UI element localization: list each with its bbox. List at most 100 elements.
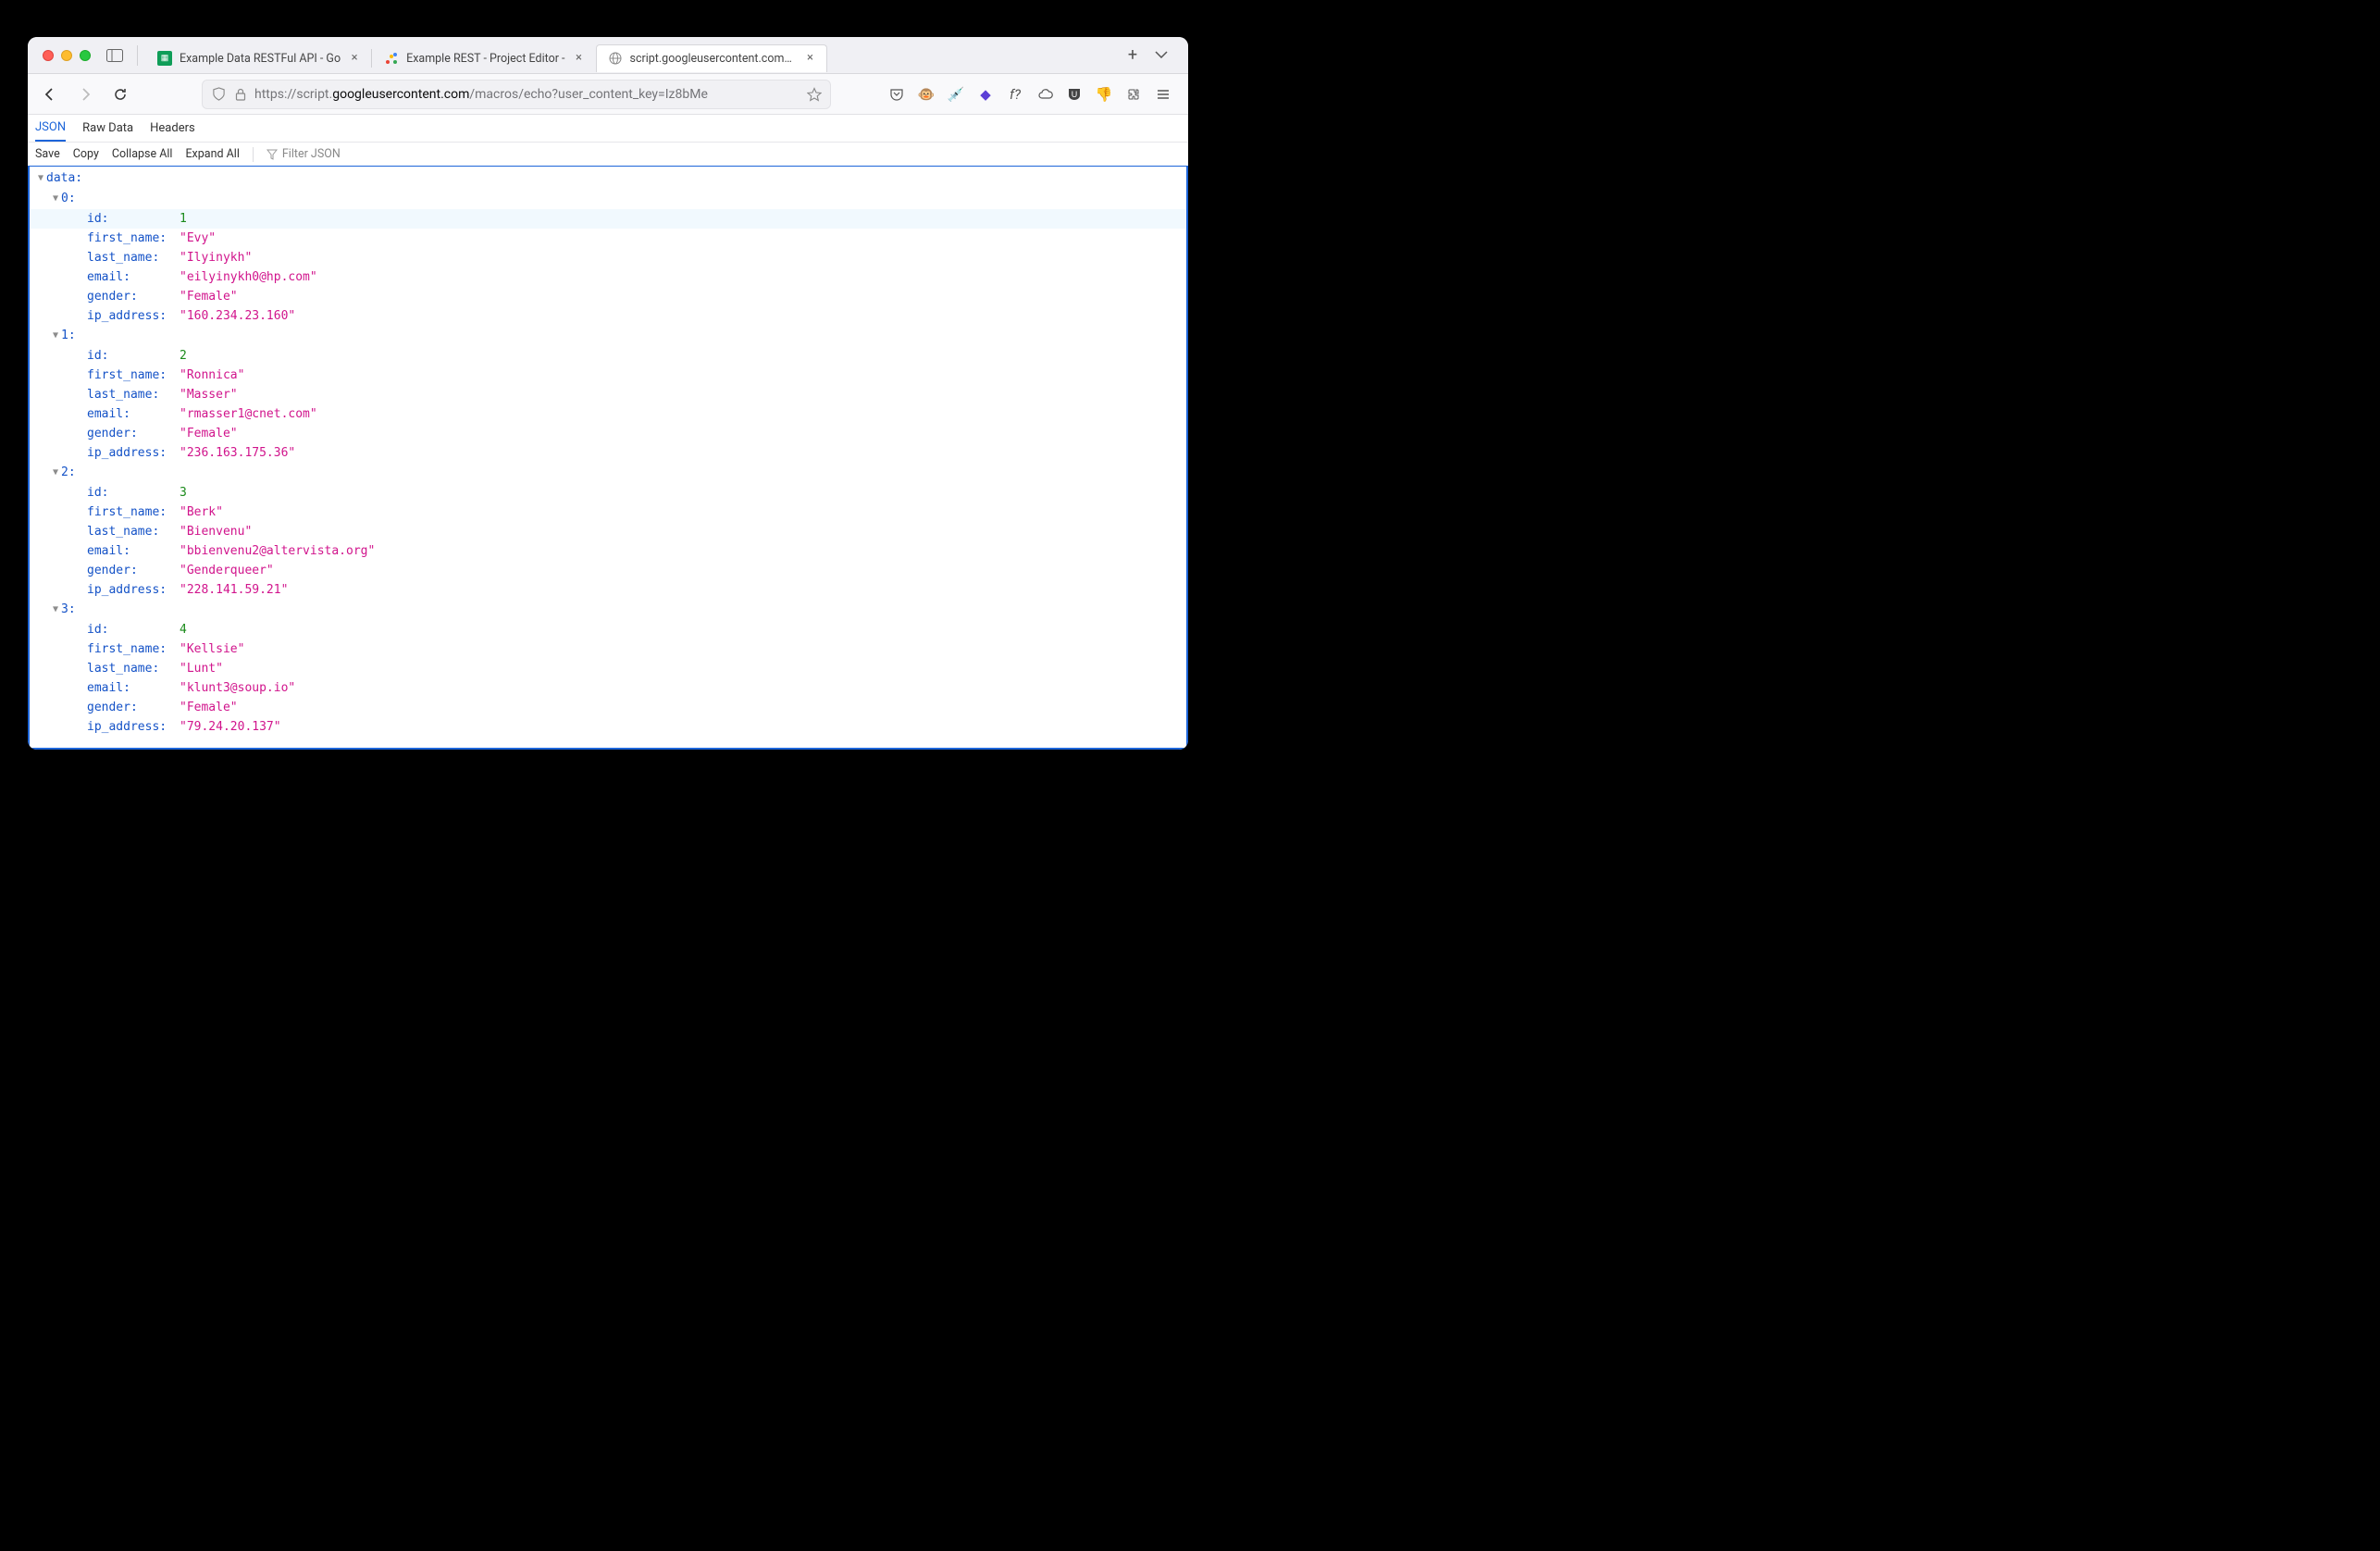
json-key: ip_address: [87,583,167,597]
json-row[interactable]: email:"eilyinykh0@hp.com" [30,267,1186,287]
browser-window: ▦Example Data RESTFul API - Go×Example R… [28,37,1188,750]
json-row[interactable]: last_name: "Lunt" [30,659,1186,678]
filter-json-input[interactable]: Filter JSON [267,147,341,161]
json-string-value: "Lunt" [180,659,223,678]
window-close-button[interactable] [43,50,54,61]
filter-placeholder: Filter JSON [282,147,341,161]
tabs-dropdown-button[interactable] [1146,44,1177,66]
ublock-extension-icon[interactable]: U [1066,86,1083,103]
json-viewer-toolbar: Save Copy Collapse All Expand All Filter… [28,143,1188,167]
back-button[interactable] [35,80,65,109]
json-row[interactable]: id: 4 [30,620,1186,639]
json-key: last_name: [87,662,159,676]
copy-button[interactable]: Copy [73,147,99,161]
json-key: first_name: [87,505,167,519]
diamond-extension-icon[interactable]: ◆ [977,86,994,103]
json-string-value: "Masser" [180,385,238,404]
json-row[interactable]: gender:"Female" [30,424,1186,443]
thumbsdown-extension-icon[interactable]: 👎 [1096,86,1112,103]
disclosure-triangle-icon[interactable]: ▼ [35,168,46,188]
browser-tab[interactable]: script.googleusercontent.com/macr × [596,44,827,72]
sidebar-toggle-button[interactable] [102,45,128,66]
json-row[interactable]: ▼ 1: [30,326,1186,346]
json-number-value: 4 [180,620,187,639]
disclosure-triangle-icon[interactable]: ▼ [50,189,61,208]
json-string-value: "228.141.59.21" [180,580,288,600]
disclosure-triangle-icon[interactable]: ▼ [50,463,61,482]
tab-headers[interactable]: Headers [150,115,195,142]
json-row[interactable]: first_name: "Berk" [30,503,1186,522]
json-row[interactable]: id:1 [30,209,1186,229]
json-row[interactable]: email:"klunt3@soup.io" [30,678,1186,698]
json-row[interactable]: first_name:"Kellsie" [30,639,1186,659]
json-key: 2: [61,463,76,482]
window-minimize-button[interactable] [61,50,72,61]
json-row[interactable]: last_name:"Bienvenu" [30,522,1186,541]
f-question-extension-icon[interactable]: f? [1007,86,1023,103]
json-string-value: "Female" [180,287,238,306]
json-row[interactable]: ip_address:"160.234.23.160" [30,306,1186,326]
tab-title: script.googleusercontent.com/macr [630,52,797,66]
json-number-value: 3 [180,483,187,503]
tab-close-button[interactable]: × [804,52,817,65]
json-string-value: "bbienvenu2@altervista.org" [180,541,375,561]
json-row[interactable]: ▼ 0: [30,189,1186,209]
json-string-value: "klunt3@soup.io" [180,678,295,698]
save-button[interactable]: Save [35,147,60,161]
json-row[interactable]: id: 3 [30,483,1186,503]
json-row[interactable]: ▼ 3: [30,600,1186,620]
json-row[interactable]: email:"rmasser1@cnet.com" [30,404,1186,424]
window-maximize-button[interactable] [80,50,91,61]
browser-tab[interactable]: Example REST - Project Editor -× [372,44,595,72]
json-key: ip_address: [87,309,167,323]
json-row[interactable]: ip_address:"79.24.20.137" [30,717,1186,737]
cloud-extension-icon[interactable] [1036,86,1053,103]
shield-icon [210,86,227,103]
json-row[interactable]: email:"bbienvenu2@altervista.org" [30,541,1186,561]
new-tab-button[interactable]: + [1120,43,1146,68]
url-bar[interactable]: https://script.googleusercontent.com/mac… [202,80,831,109]
svg-text:U: U [1072,90,1078,99]
json-row[interactable]: last_name:"Masser" [30,385,1186,404]
json-string-value: "Female" [180,424,238,443]
json-row[interactable]: id:2 [30,346,1186,366]
bookmark-star-icon[interactable] [806,86,823,103]
json-row[interactable]: first_name:"Ronnica" [30,366,1186,385]
json-string-value: "236.163.175.36" [180,443,295,463]
json-row[interactable]: gender:"Female" [30,287,1186,306]
json-row[interactable]: ip_address:"236.163.175.36" [30,443,1186,463]
json-key: email: [87,270,130,284]
tab-raw-data[interactable]: Raw Data [82,115,133,142]
reload-button[interactable] [105,80,135,109]
eyedropper-extension-icon[interactable]: 💉 [948,86,964,103]
json-key: first_name: [87,368,167,382]
disclosure-triangle-icon[interactable]: ▼ [50,326,61,345]
json-row[interactable]: ip_address: "228.141.59.21" [30,580,1186,600]
json-row[interactable]: first_name:"Evy" [30,229,1186,248]
json-number-value: 2 [180,346,187,366]
json-viewer-tabs: JSON Raw Data Headers [28,115,1188,143]
json-content[interactable]: ▼ data:▼ 0:id:1first_name:"Evy"last_name… [28,166,1188,750]
json-string-value: "Berk" [180,503,223,522]
json-key: id: [87,486,108,500]
expand-all-button[interactable]: Expand All [185,147,239,161]
json-row[interactable]: gender:"Female" [30,698,1186,717]
json-row[interactable]: last_name:"Ilyinykh" [30,248,1186,267]
tab-close-button[interactable]: × [348,52,361,65]
tab-json[interactable]: JSON [35,115,66,142]
lock-icon [232,86,249,103]
collapse-all-button[interactable]: Collapse All [112,147,173,161]
forward-button[interactable] [70,80,100,109]
extensions-puzzle-icon[interactable] [1125,86,1142,103]
tab-close-button[interactable]: × [573,52,586,65]
pocket-icon[interactable] [888,86,905,103]
browser-tab[interactable]: ▦Example Data RESTFul API - Go× [145,44,371,72]
app-menu-button[interactable] [1155,86,1171,103]
json-row[interactable]: ▼ 2: [30,463,1186,483]
json-key: id: [87,623,108,637]
json-row[interactable]: ▼ data: [30,168,1186,189]
disclosure-triangle-icon[interactable]: ▼ [50,600,61,619]
json-row[interactable]: gender:"Genderqueer" [30,561,1186,580]
monkey-extension-icon[interactable]: 🐵 [918,86,935,103]
json-string-value: "Kellsie" [180,639,244,659]
